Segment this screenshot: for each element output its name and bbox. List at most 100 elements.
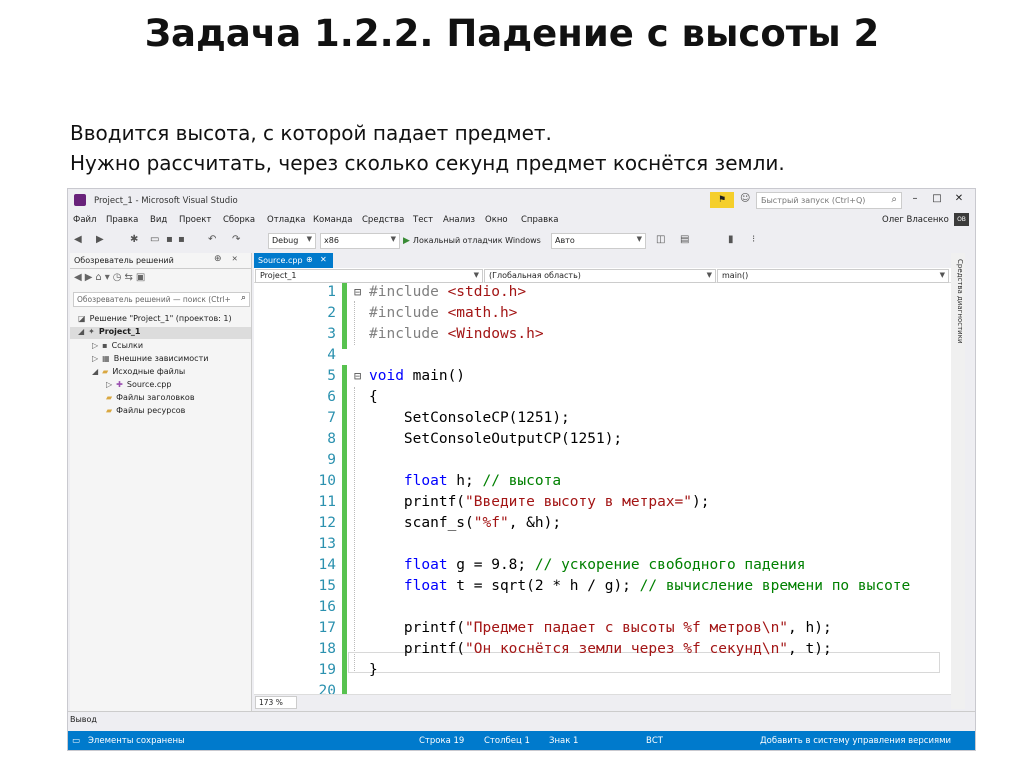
- close-button[interactable]: ✕: [950, 193, 968, 204]
- avatar[interactable]: ОВ: [954, 213, 969, 226]
- status-icon: ▭: [72, 736, 81, 746]
- code-line[interactable]: printf("Введите высоту в метрах=");: [369, 494, 710, 510]
- menu-analyze[interactable]: Анализ: [443, 215, 475, 225]
- explorer-toolbar[interactable]: ◀▶⌂▾◷⇆▣: [74, 272, 148, 283]
- close-icon[interactable]: ✕: [232, 254, 237, 264]
- comment-icon[interactable]: ⁝: [752, 234, 755, 245]
- new-project-icon[interactable]: ✱: [130, 234, 138, 245]
- project-dropdown[interactable]: Project_1 ▼: [255, 269, 483, 283]
- redo-icon[interactable]: ↷: [232, 234, 240, 245]
- code-token: g = 9.8;: [447, 557, 535, 573]
- status-line: Строка 19: [419, 736, 465, 746]
- tree-item-solution[interactable]: ◪ Решение "Project_1" (проектов: 1): [78, 314, 232, 323]
- code-token: "Предмет падает с высоты %f метров\n": [465, 620, 789, 636]
- menu-window[interactable]: Окно: [485, 215, 508, 225]
- line-number: 15: [318, 578, 336, 594]
- menu-edit[interactable]: Правка: [106, 215, 138, 225]
- code-line[interactable]: float g = 9.8; // ускорение свободного п…: [369, 557, 806, 573]
- pin-icon[interactable]: ⊕: [306, 255, 313, 264]
- status-bar: ▭ Элементы сохранены Строка 19 Столбец 1…: [68, 731, 975, 750]
- code-line[interactable]: #include <stdio.h>: [369, 284, 526, 300]
- debugger-mode-select[interactable]: Авто ▼: [551, 233, 646, 249]
- code-token: scanf_s(: [369, 515, 474, 531]
- menu-build[interactable]: Сборка: [223, 215, 255, 225]
- collapse-region-icon[interactable]: ⊟: [354, 285, 361, 299]
- code-line[interactable]: SetConsoleOutputCP(1251);: [369, 431, 622, 447]
- code-line[interactable]: }: [369, 662, 378, 678]
- undo-icon[interactable]: ↶: [208, 234, 216, 245]
- code-token: h;: [447, 473, 483, 489]
- explorer-search-input[interactable]: Обозреватель решений — поиск (Ctrl+ ⌕: [73, 292, 250, 307]
- user-name[interactable]: Олег Власенко: [882, 215, 949, 225]
- code-line[interactable]: float t = sqrt(2 * h / g); // вычисление…: [369, 578, 910, 594]
- quick-launch-input[interactable]: Быстрый запуск (Ctrl+Q) ⌕: [756, 192, 902, 209]
- search-icon: ⌕: [240, 293, 246, 303]
- output-title: Вывод: [70, 715, 97, 724]
- code-line[interactable]: scanf_s("%f", &h);: [369, 515, 561, 531]
- tree-item-source-files[interactable]: ◢ ▰ Исходные файлы: [92, 367, 185, 376]
- menu-project[interactable]: Проект: [179, 215, 211, 225]
- tab-label: Source.cpp: [258, 256, 303, 265]
- tree-label: Внешние зависимости: [113, 354, 209, 363]
- add-to-source-control-button[interactable]: Добавить в систему управления версиями: [760, 736, 951, 746]
- platform-select[interactable]: x86 ▼: [320, 233, 400, 249]
- tab-source-cpp[interactable]: Source.cpp ⊕ ✕: [254, 253, 333, 268]
- tree-item-references[interactable]: ▷ ▪ Ссылки: [92, 341, 143, 350]
- tree-item-resource-files[interactable]: ▰ Файлы ресурсов: [106, 406, 185, 415]
- visual-studio-window: Project_1 - Microsoft Visual Studio ⚑ ☺ …: [67, 188, 976, 751]
- code-line[interactable]: float h; // высота: [369, 473, 561, 489]
- code-line[interactable]: printf("Он коснётся земли через %f секун…: [369, 641, 832, 657]
- code-area[interactable]: ⊟ ⊟ 1 #include <stdio.h> 2 #include <math.h…: [254, 283, 951, 694]
- bookmark-icon[interactable]: ▮: [728, 234, 734, 245]
- output-panel[interactable]: Вывод: [68, 711, 975, 728]
- member-dropdown[interactable]: main() ▼: [717, 269, 949, 283]
- pin-icon[interactable]: ⊕: [214, 254, 222, 264]
- scope-dropdown[interactable]: (Глобальная область) ▼: [484, 269, 716, 283]
- notifications-flag-icon[interactable]: ⚑: [710, 192, 734, 208]
- zoom-select[interactable]: 173 %: [255, 696, 297, 709]
- close-icon[interactable]: ✕: [320, 255, 327, 264]
- feedback-icon[interactable]: ☺: [740, 193, 750, 204]
- tree-item-external-deps[interactable]: ▷ ▦ Внешние зависимости: [92, 354, 208, 363]
- code-token: <math.h>: [447, 305, 518, 321]
- code-line[interactable]: printf("Предмет падает с высоты %f метро…: [369, 620, 832, 636]
- code-token: SetConsoleOutputCP(1251);: [369, 431, 623, 447]
- line-number: 20: [318, 683, 336, 694]
- maximize-button[interactable]: □: [928, 193, 946, 204]
- code-token: main(): [403, 368, 466, 384]
- chevron-down-icon: ▼: [473, 271, 479, 279]
- save-all-icon[interactable]: ▪: [178, 234, 185, 245]
- configuration-select[interactable]: Debug ▼: [268, 233, 316, 249]
- slide-title: Задача 1.2.2. Падение с высоты 2: [144, 12, 880, 55]
- menu-team[interactable]: Команда: [313, 215, 353, 225]
- toolbar-extra-icon-2[interactable]: ▤: [680, 234, 689, 245]
- save-icon[interactable]: ▪: [166, 234, 173, 245]
- menu-file[interactable]: Файл: [73, 215, 96, 225]
- minimize-button[interactable]: –: [906, 193, 924, 204]
- code-line[interactable]: {: [369, 389, 378, 405]
- collapse-region-icon[interactable]: ⊟: [354, 369, 361, 383]
- tree-item-header-files[interactable]: ▰ Файлы заголовков: [106, 393, 195, 402]
- code-token: printf(: [369, 494, 466, 510]
- change-indicator: [342, 283, 347, 349]
- open-icon[interactable]: ▭: [150, 234, 159, 245]
- collapse-icon: ▷: [92, 341, 99, 350]
- forward-icon[interactable]: ▶: [96, 234, 104, 245]
- menu-view[interactable]: Вид: [150, 215, 167, 225]
- code-line[interactable]: void main(): [369, 368, 465, 384]
- back-icon[interactable]: ◀: [74, 234, 82, 245]
- menu-help[interactable]: Справка: [521, 215, 558, 225]
- menu-test[interactable]: Тест: [413, 215, 433, 225]
- tree-item-source-cpp[interactable]: ▷ ✚ Source.cpp: [106, 380, 171, 389]
- toolbar-extra-icon[interactable]: ◫: [656, 234, 665, 245]
- code-line[interactable]: #include <Windows.h>: [369, 326, 544, 342]
- line-number: 11: [318, 494, 336, 510]
- menu-debug[interactable]: Отладка: [267, 215, 306, 225]
- tree-item-project[interactable]: ◢ ✦ Project_1: [78, 327, 140, 336]
- start-debugging-button[interactable]: ▶ Локальный отладчик Windows: [403, 236, 541, 246]
- code-line[interactable]: SetConsoleCP(1251);: [369, 410, 570, 426]
- menu-tools[interactable]: Средства: [362, 215, 404, 225]
- code-line[interactable]: #include <math.h>: [369, 305, 517, 321]
- diagnostic-tools-tab[interactable]: Средства диагностики: [956, 259, 964, 344]
